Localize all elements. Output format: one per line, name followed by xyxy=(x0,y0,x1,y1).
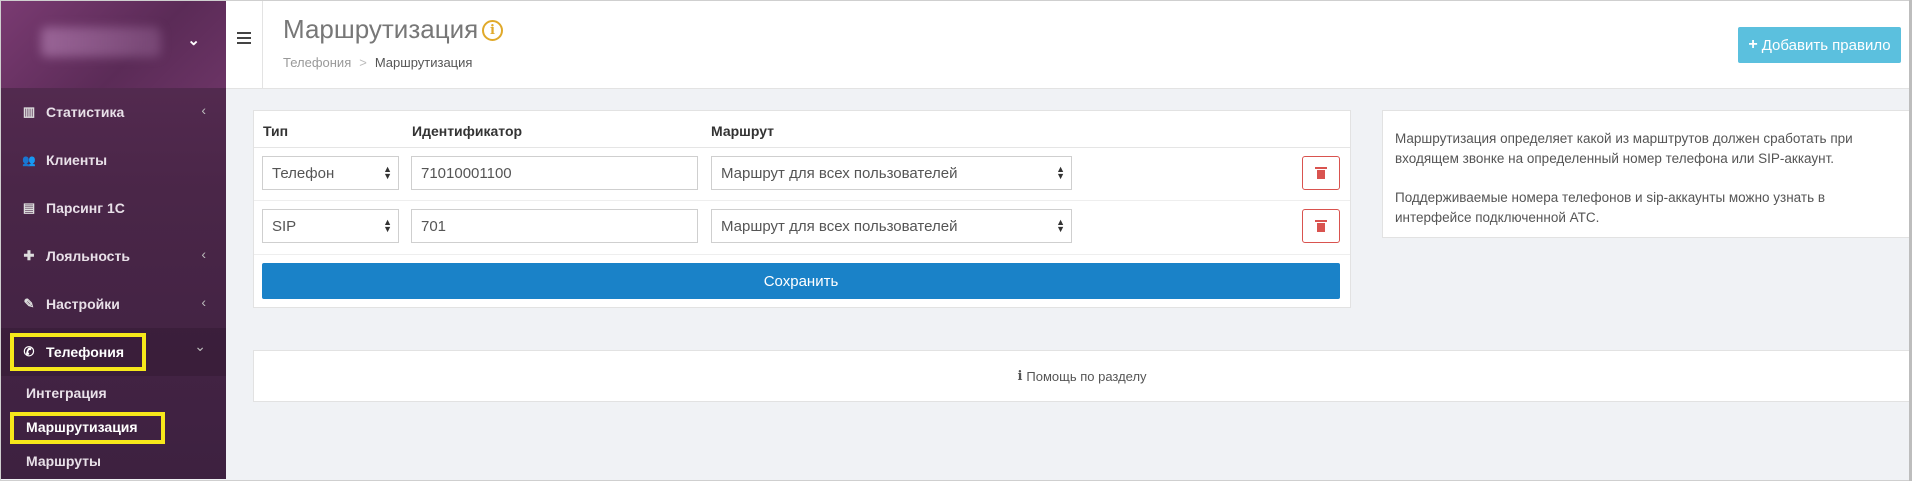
file-icon: ▤ xyxy=(22,200,36,215)
type-select-value: SIP xyxy=(272,217,297,235)
sidebar-item-label: Лояльность xyxy=(46,248,130,264)
type-select[interactable]: Телефон ▲ ▼ xyxy=(262,156,399,190)
chevron-left-icon: ‹ xyxy=(201,246,206,262)
help-section-link[interactable]: i Помощь по разделу xyxy=(253,350,1911,402)
info-box: Маршрутизация определяет какой из марштр… xyxy=(1382,110,1911,238)
delete-row-button[interactable] xyxy=(1302,156,1340,190)
save-button[interactable]: Сохранить xyxy=(262,263,1340,299)
breadcrumb-telephony[interactable]: Телефония xyxy=(283,55,351,70)
sidebar-item-clients[interactable]: 👥 Клиенты xyxy=(1,136,226,184)
chevron-left-icon: ‹ xyxy=(201,102,206,118)
sidebar-subitem-integration[interactable]: Интеграция xyxy=(1,376,226,410)
sidebar-item-label: Клиенты xyxy=(46,152,108,168)
select-caret-icon: ▲ ▼ xyxy=(1056,164,1065,181)
select-caret-icon: ▲ ▼ xyxy=(1056,217,1065,234)
column-header-type: Тип xyxy=(263,123,289,139)
header-divider xyxy=(254,147,1350,148)
chevron-down-icon[interactable]: ⌄ xyxy=(187,31,200,49)
row-divider xyxy=(254,200,1350,201)
route-select[interactable]: Маршрут для всех пользователей ▲ ▼ xyxy=(711,156,1072,190)
trash-icon xyxy=(1315,167,1327,179)
help-label: Помощь по разделу xyxy=(1026,368,1147,384)
sidebar-item-loyalty[interactable]: ✚ Лояльность ‹ xyxy=(1,232,226,280)
sidebar-item-parsing[interactable]: ▤ Парсинг 1С xyxy=(1,184,226,232)
sidebar-item-label: Статистика xyxy=(46,104,125,120)
sidebar-subitem-label: Интеграция xyxy=(26,385,107,401)
gift-icon: ✚ xyxy=(23,248,35,263)
chevron-down-icon: ⌄ xyxy=(194,338,206,354)
delete-row-button[interactable] xyxy=(1302,209,1340,243)
column-header-identifier: Идентификатор xyxy=(412,123,523,139)
highlight-box xyxy=(10,333,146,371)
menu-toggle-icon[interactable] xyxy=(237,32,251,47)
sidebar: ⌄ ▥ Статистика ‹ 👥 Клиенты ▤ Парсинг 1С … xyxy=(1,1,226,479)
routing-table: Тип Идентификатор Маршрут Телефон ▲ ▼ 710… xyxy=(253,110,1351,308)
users-icon: 👥 xyxy=(22,154,36,167)
account-name-blurred xyxy=(41,27,161,57)
sidebar-subitem-routing[interactable]: Маршрутизация xyxy=(1,410,226,444)
header-divider xyxy=(262,1,263,88)
sidebar-menu: ▥ Статистика ‹ 👥 Клиенты ▤ Парсинг 1С ✚ … xyxy=(1,88,226,478)
column-header-route: Маршрут xyxy=(711,123,775,139)
wrench-icon: ✎ xyxy=(23,296,35,311)
identifier-input[interactable]: 71010001100 xyxy=(411,156,698,190)
info-icon: i xyxy=(1017,368,1023,384)
sidebar-item-label: Настройки xyxy=(46,296,120,312)
info-paragraph: Поддерживаемые номера телефонов и sip-ак… xyxy=(1395,190,1826,225)
page-title: Маршрутизация xyxy=(283,14,479,44)
type-select[interactable]: SIP ▲ ▼ xyxy=(262,209,399,243)
bar-chart-icon: ▥ xyxy=(22,104,36,119)
sidebar-subitem-label: Маршруты xyxy=(26,453,101,469)
info-icon[interactable]: i xyxy=(482,20,503,41)
sidebar-subitem-routes[interactable]: Маршруты xyxy=(1,444,226,478)
breadcrumb-separator: > xyxy=(359,55,367,70)
breadcrumb: Телефония > Маршрутизация xyxy=(283,55,472,70)
add-rule-label: Добавить правило xyxy=(1761,36,1891,54)
select-caret-icon: ▲ ▼ xyxy=(383,217,392,234)
plus-icon: + xyxy=(1748,36,1758,53)
highlight-box xyxy=(10,412,165,444)
breadcrumb-current: Маршрутизация xyxy=(374,55,473,70)
sidebar-item-statistics[interactable]: ▥ Статистика ‹ xyxy=(1,88,226,136)
page-header xyxy=(226,1,1911,89)
identifier-input[interactable]: 701 xyxy=(411,209,698,243)
sidebar-item-telephony[interactable]: ✆ Телефония ⌄ xyxy=(1,328,226,376)
sidebar-item-label: Парсинг 1С xyxy=(46,200,125,216)
chevron-left-icon: ‹ xyxy=(201,294,206,310)
route-select[interactable]: Маршрут для всех пользователей ▲ ▼ xyxy=(711,209,1072,243)
sidebar-item-settings[interactable]: ✎ Настройки ‹ xyxy=(1,280,226,328)
select-caret-icon: ▲ ▼ xyxy=(383,164,392,181)
add-rule-button[interactable]: + Добавить правило xyxy=(1738,27,1901,63)
account-switcher[interactable]: ⌄ xyxy=(1,1,226,88)
info-paragraph: Маршрутизация определяет какой из марштр… xyxy=(1395,131,1853,166)
route-select-value: Маршрут для всех пользователей xyxy=(721,164,958,182)
type-select-value: Телефон xyxy=(272,164,335,182)
trash-icon xyxy=(1315,220,1327,232)
identifier-value: 701 xyxy=(421,217,447,235)
identifier-value: 71010001100 xyxy=(421,164,512,182)
row-divider xyxy=(254,254,1350,255)
route-select-value: Маршрут для всех пользователей xyxy=(721,217,958,235)
